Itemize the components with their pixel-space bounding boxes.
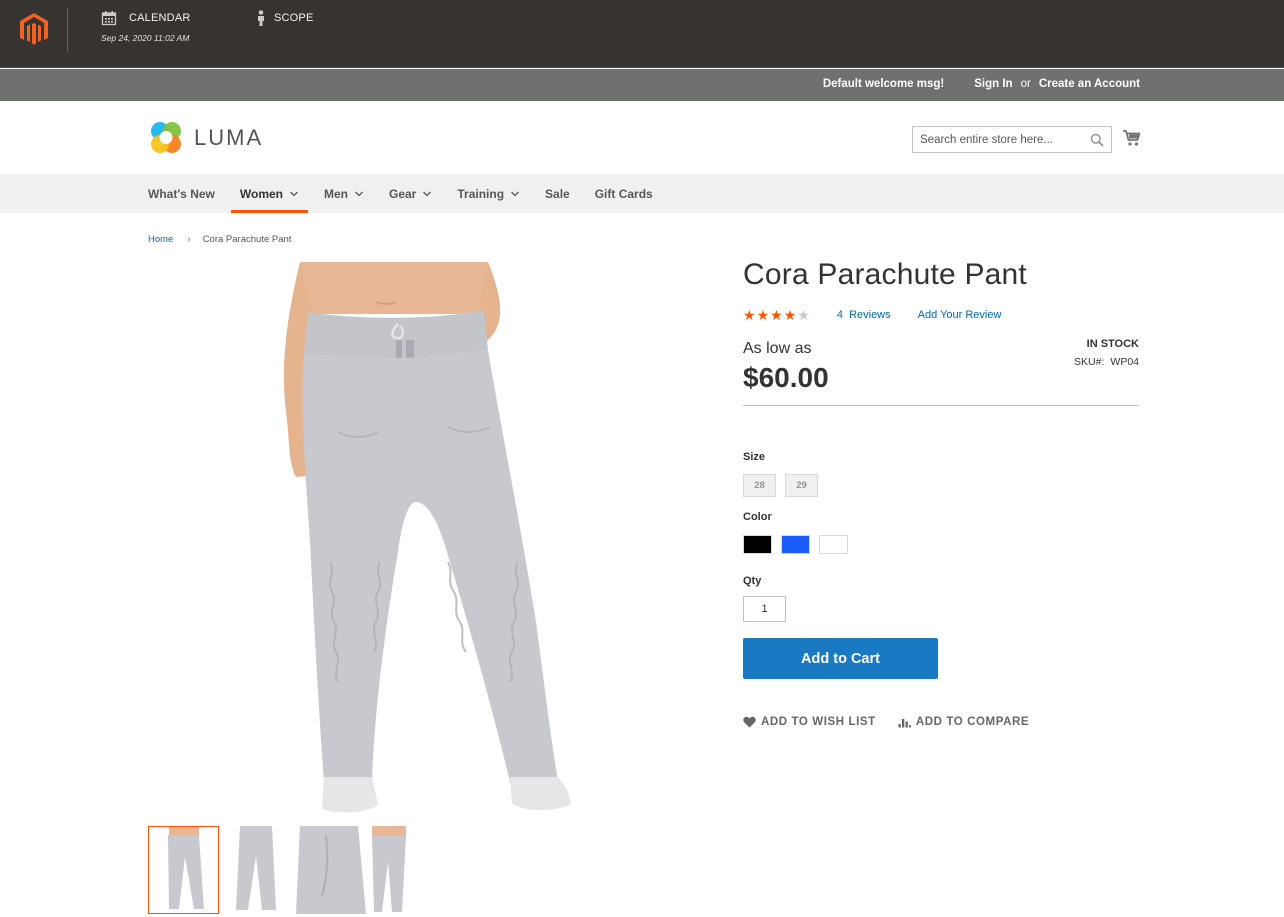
size-swatches: 28 29 [743, 474, 818, 497]
stock-status: IN STOCK [1086, 338, 1139, 350]
chevron-down-icon [423, 191, 432, 196]
thumbnail-strip [148, 826, 441, 914]
pants-thumbnail [168, 827, 204, 909]
product-main-image[interactable] [148, 262, 708, 822]
wish-list-label: ADD TO WISH LIST [761, 716, 876, 728]
cart-icon[interactable] [1122, 128, 1142, 148]
product-price: $60.00 [743, 362, 829, 393]
star-icon: ★ [770, 307, 783, 323]
calendar-icon [101, 11, 117, 26]
add-to-wish-list-link[interactable]: ADD TO WISH LIST [743, 716, 876, 728]
nav-item-gear[interactable]: Gear [389, 174, 432, 213]
color-swatches [743, 535, 848, 554]
sku: SKU#: WP04 [1074, 356, 1139, 368]
calendar-widget[interactable]: CALENDAR Sep 24, 2020 11:02 AM [101, 10, 191, 43]
compare-icon [898, 719, 911, 728]
price-label: As low as [743, 340, 812, 357]
color-label: Color [743, 511, 772, 523]
qty-input[interactable] [743, 596, 786, 622]
pants-thumbnail [372, 826, 406, 912]
add-to-cart-button[interactable]: Add to Cart [743, 638, 938, 679]
color-swatch-white[interactable] [819, 535, 848, 554]
nav-item-sale[interactable]: Sale [545, 174, 570, 213]
star-icon: ★ [797, 307, 810, 323]
reviews-link[interactable]: 4 Reviews [837, 309, 891, 321]
chevron-down-icon [511, 191, 519, 196]
nav-item-women[interactable]: Women [230, 174, 309, 213]
thumbnail-1[interactable] [148, 826, 219, 914]
size-label: Size [743, 451, 766, 463]
color-swatch-blue[interactable] [781, 535, 810, 554]
size-swatch-28[interactable]: 28 [743, 474, 776, 497]
site-header: LUMA [0, 101, 1284, 173]
size-swatch-29[interactable]: 29 [785, 474, 818, 497]
nav-item-label: Women [239, 186, 283, 201]
nav-item-label: Training [457, 186, 505, 201]
calendar-date: Sep 24, 2020 11:02 AM [101, 33, 190, 43]
nav-item-training[interactable]: Training [457, 174, 520, 213]
pants-image [283, 262, 571, 813]
nav-item-whats-new[interactable]: What's New [148, 174, 215, 213]
search-icon[interactable] [1090, 133, 1104, 147]
pants-thumbnail [296, 826, 366, 914]
breadcrumb: Home › Cora Parachute Pant [148, 234, 291, 245]
luma-logo[interactable]: LUMA [148, 120, 263, 156]
search-box[interactable] [912, 126, 1112, 153]
breadcrumb-current: Cora Parachute Pant [202, 234, 292, 245]
scope-widget[interactable]: SCOPE [256, 10, 314, 26]
product-rating: ★ ★ ★ ★ ★ 4 Reviews Add Your Review [743, 308, 1001, 322]
product-title: Cora Parachute Pant [743, 258, 1027, 291]
breadcrumb-separator: › [187, 234, 191, 245]
thumbnail-3[interactable] [296, 826, 367, 914]
nav-item-men[interactable]: Men [324, 174, 364, 213]
nav-item-label: Sale [545, 186, 570, 201]
admin-toolbar: CALENDAR Sep 24, 2020 11:02 AM SCOPE [0, 0, 1284, 68]
nav-item-label: Gear [389, 186, 417, 201]
create-account-link[interactable]: Create an Account [1039, 78, 1140, 90]
calendar-label: CALENDAR [129, 12, 191, 24]
nav-item-gift-cards[interactable]: Gift Cards [595, 174, 653, 213]
product-actions: ADD TO WISH LIST ADD TO COMPARE [743, 716, 1029, 728]
star-icon: ★ [783, 307, 797, 323]
search-input[interactable] [913, 127, 1083, 152]
star-icon: ★ [756, 307, 770, 323]
qty-label: Qty [743, 575, 762, 587]
heart-icon [743, 716, 756, 728]
info-divider [743, 405, 1139, 406]
chevron-down-icon [290, 191, 298, 196]
magento-logo-icon[interactable] [18, 12, 50, 46]
color-swatch-black[interactable] [743, 535, 772, 554]
reviews-label: Reviews [849, 309, 891, 321]
rating-stars: ★ ★ ★ ★ ★ [743, 308, 810, 322]
reviews-count: 4 [836, 309, 843, 321]
add-review-link[interactable]: Add Your Review [918, 309, 1002, 321]
person-icon [258, 10, 264, 26]
or-text: or [1020, 78, 1031, 90]
nav-item-label: Gift Cards [594, 186, 653, 201]
main-navigation: What's New Women Men Gear Training Sale … [0, 174, 1284, 213]
chevron-down-icon [355, 191, 363, 196]
thumbnail-2[interactable] [222, 826, 293, 914]
sign-in-link[interactable]: Sign In [974, 78, 1012, 90]
compare-label: ADD TO COMPARE [915, 716, 1030, 728]
sku-value: WP04 [1110, 356, 1139, 368]
scope-label: SCOPE [274, 12, 314, 24]
nav-item-label: What's New [148, 186, 215, 201]
nav-item-label: Men [324, 186, 348, 201]
header-panel: Default welcome msg! Sign In or Create a… [0, 69, 1284, 101]
thumbnail-4[interactable] [370, 826, 441, 914]
sku-label: SKU#: [1074, 356, 1105, 368]
pants-thumbnail [236, 826, 276, 910]
add-to-compare-link[interactable]: ADD TO COMPARE [898, 716, 1029, 728]
luma-logo-icon [151, 122, 181, 153]
welcome-message: Default welcome msg! [822, 78, 945, 90]
admin-divider [67, 8, 68, 52]
breadcrumb-home-link[interactable]: Home [148, 234, 173, 245]
star-icon: ★ [743, 307, 756, 323]
logo-text: LUMA [194, 125, 264, 150]
